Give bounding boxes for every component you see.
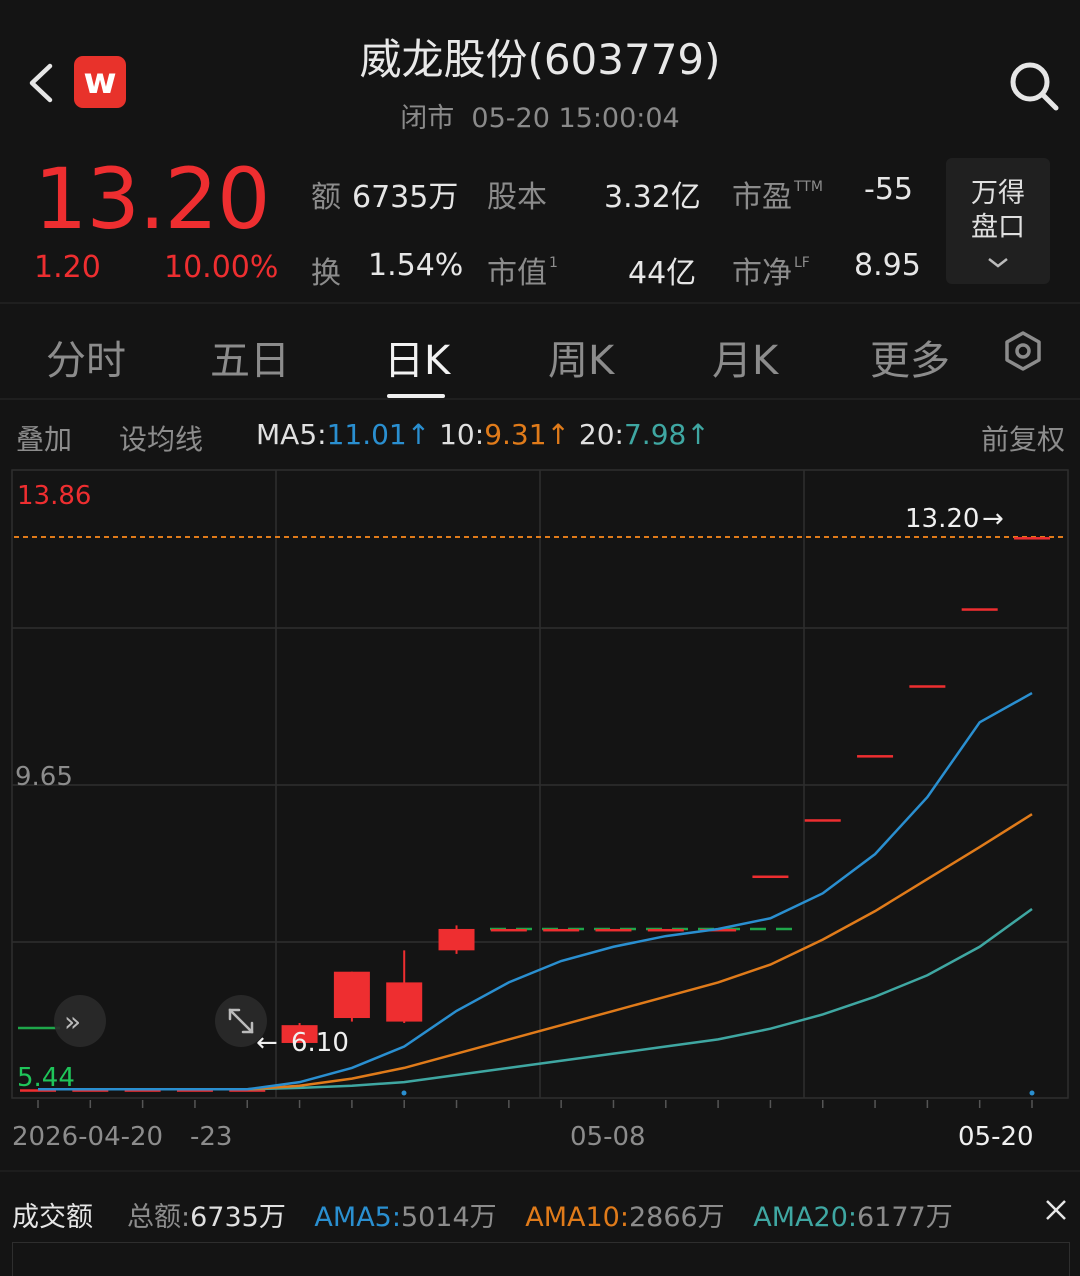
candle-body xyxy=(752,875,789,879)
volume-chart-area xyxy=(12,1242,1070,1276)
market-status: 闭市 05-20 15:00:04 xyxy=(0,96,1080,135)
divider xyxy=(0,302,1080,304)
set-ma-button[interactable]: 设均线 xyxy=(119,418,203,458)
status-text: 闭市 xyxy=(400,103,455,134)
chevron-down-icon xyxy=(988,258,1008,268)
candle-body xyxy=(595,928,632,932)
event-marker xyxy=(401,1090,407,1096)
amount-label: 额 xyxy=(311,180,341,215)
double-chevron-right-icon: » xyxy=(64,1005,81,1038)
adjustment-button[interactable]: 前复权 xyxy=(981,418,1065,458)
y-label-top: 13.86 xyxy=(17,481,91,511)
last-price-label: 13.20 xyxy=(905,504,979,534)
tab-five-day[interactable]: 五日 xyxy=(210,328,290,386)
ma-values: MA5:11.01↑ 10:9.31↑ 20:7.98↑ xyxy=(256,418,710,451)
expand-left-button[interactable]: » xyxy=(54,995,106,1047)
current-price: 13.20 xyxy=(34,150,270,248)
candle-body xyxy=(490,928,527,932)
ma10-line xyxy=(38,813,1033,1091)
divider xyxy=(0,1170,1080,1172)
share-capital-value: 3.32亿 xyxy=(604,180,701,215)
turnover-value: 1.54% xyxy=(368,248,464,283)
candle-body xyxy=(543,928,580,932)
x-axis-ticks xyxy=(37,1100,1033,1108)
x-label-end: 05-20 xyxy=(958,1122,1034,1152)
market-cap-value: 44亿 xyxy=(628,256,697,291)
candle-body xyxy=(909,685,946,688)
x-label-2: -23 xyxy=(190,1122,232,1152)
tab-daily-k[interactable]: 日K xyxy=(384,328,450,386)
tab-intraday[interactable]: 分时 xyxy=(46,328,126,386)
divider xyxy=(0,398,1080,400)
panel-button-line2: 盘口 xyxy=(971,212,1025,243)
candle-body xyxy=(333,971,370,1019)
search-icon[interactable] xyxy=(1006,58,1060,112)
candle-body xyxy=(961,608,998,611)
tab-weekly-k[interactable]: 周K xyxy=(548,328,614,386)
price-change-pct: 10.00% xyxy=(164,250,279,285)
turnover-label: 换 xyxy=(311,256,341,291)
overlay-button[interactable]: 叠加 xyxy=(16,418,72,458)
volume-title: 成交额 xyxy=(12,1202,93,1233)
panel-button-line1: 万得 xyxy=(971,178,1025,209)
candle-body xyxy=(438,928,475,951)
x-label-start: 2026-04-20 xyxy=(12,1122,163,1152)
low-marker-label: 6.10 xyxy=(291,1028,349,1058)
candle-body xyxy=(1014,537,1050,540)
amount-value: 6735万 xyxy=(352,180,459,215)
ma5-line xyxy=(38,691,1033,1091)
fullscreen-button[interactable] xyxy=(215,995,267,1047)
candle-body xyxy=(804,819,841,822)
y-label-bottom: 5.44 xyxy=(17,1063,75,1093)
close-icon[interactable] xyxy=(1044,1198,1068,1222)
y-label-mid: 9.65 xyxy=(15,762,73,792)
tab-monthly-k[interactable]: 月K xyxy=(712,328,778,386)
candles xyxy=(20,537,1050,1092)
event-marker xyxy=(1029,1090,1035,1096)
tab-more[interactable]: 更多 xyxy=(870,328,950,386)
pb-value: 8.95 xyxy=(854,248,921,283)
kline-chart[interactable]: 13.86 9.65 5.44 13.20 → ← 6.10 » 2026-04… xyxy=(0,465,1080,1165)
settings-icon[interactable] xyxy=(1002,330,1044,372)
pe-value: -55 xyxy=(864,172,913,207)
stock-title: 威龙股份(603779) xyxy=(359,35,721,84)
x-label-3: 05-08 xyxy=(570,1122,646,1152)
last-price-arrow-icon: → xyxy=(982,504,1004,534)
ma20-line xyxy=(38,907,1033,1091)
status-datetime: 05-20 15:00:04 xyxy=(471,103,680,134)
wind-panel-button[interactable]: 万得 盘口 xyxy=(946,158,1050,284)
chart-grid xyxy=(11,469,1069,1099)
pe-label: 市盈 TTM xyxy=(732,179,823,215)
candle-body xyxy=(857,755,894,758)
share-capital-label: 股本 xyxy=(487,180,547,215)
market-cap-label: 市值 1 xyxy=(487,255,558,291)
pb-label: 市净 LF xyxy=(732,255,810,291)
price-change: 1.20 xyxy=(34,250,101,285)
candle-body xyxy=(647,928,684,932)
volume-stats: 总额:6735万 AMA5:5014万 AMA10:2866万 AMA20:61… xyxy=(127,1202,953,1233)
candle-body xyxy=(386,982,423,1022)
